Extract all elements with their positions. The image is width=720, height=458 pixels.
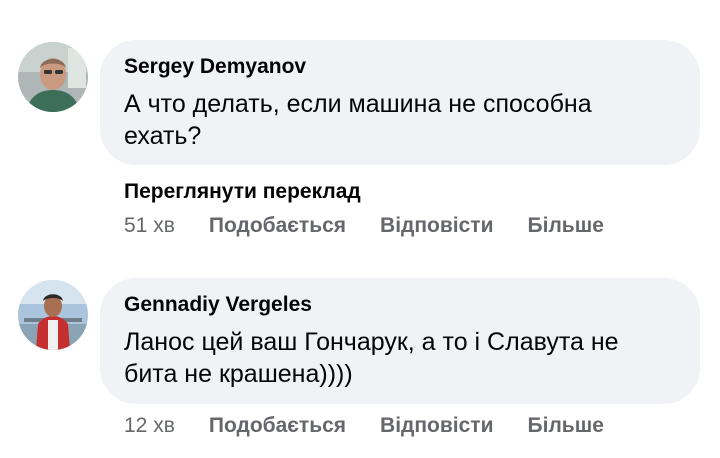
see-translation-link[interactable]: Переглянути переклад	[124, 180, 361, 204]
like-button[interactable]: Подобається	[209, 414, 346, 438]
comment-timestamp[interactable]: 51 хв	[124, 214, 175, 238]
reply-button[interactable]: Відповісти	[380, 414, 493, 438]
comment-author[interactable]: Gennadiy Vergeles	[124, 292, 676, 318]
comment-actions: 12 хв Подобається Відповісти Більше	[124, 414, 638, 438]
avatar-photo-icon	[18, 42, 88, 112]
comment-bubble: Sergey Demyanov А что делать, если машин…	[100, 40, 700, 165]
more-button[interactable]: Більше	[528, 214, 604, 238]
like-button[interactable]: Подобається	[209, 214, 346, 238]
previous-comment-cut-off	[236, 0, 436, 4]
comment-author[interactable]: Sergey Demyanov	[124, 54, 676, 80]
comment-bubble: Gennadiy Vergeles Ланос цей ваш Гончарук…	[100, 278, 700, 404]
comment-text: А что делать, если машина не способна ех…	[124, 90, 592, 150]
comment-text: Ланос цей ваш Гончарук, а то і Славута н…	[124, 328, 619, 388]
avatar[interactable]	[18, 42, 88, 112]
avatar[interactable]	[18, 280, 88, 350]
comment-timestamp[interactable]: 12 хв	[124, 414, 175, 438]
reply-button[interactable]: Відповісти	[380, 214, 493, 238]
more-button[interactable]: Більше	[528, 414, 604, 438]
comment-actions: 51 хв Подобається Відповісти Більше	[124, 214, 638, 238]
avatar-photo-icon	[18, 280, 88, 350]
